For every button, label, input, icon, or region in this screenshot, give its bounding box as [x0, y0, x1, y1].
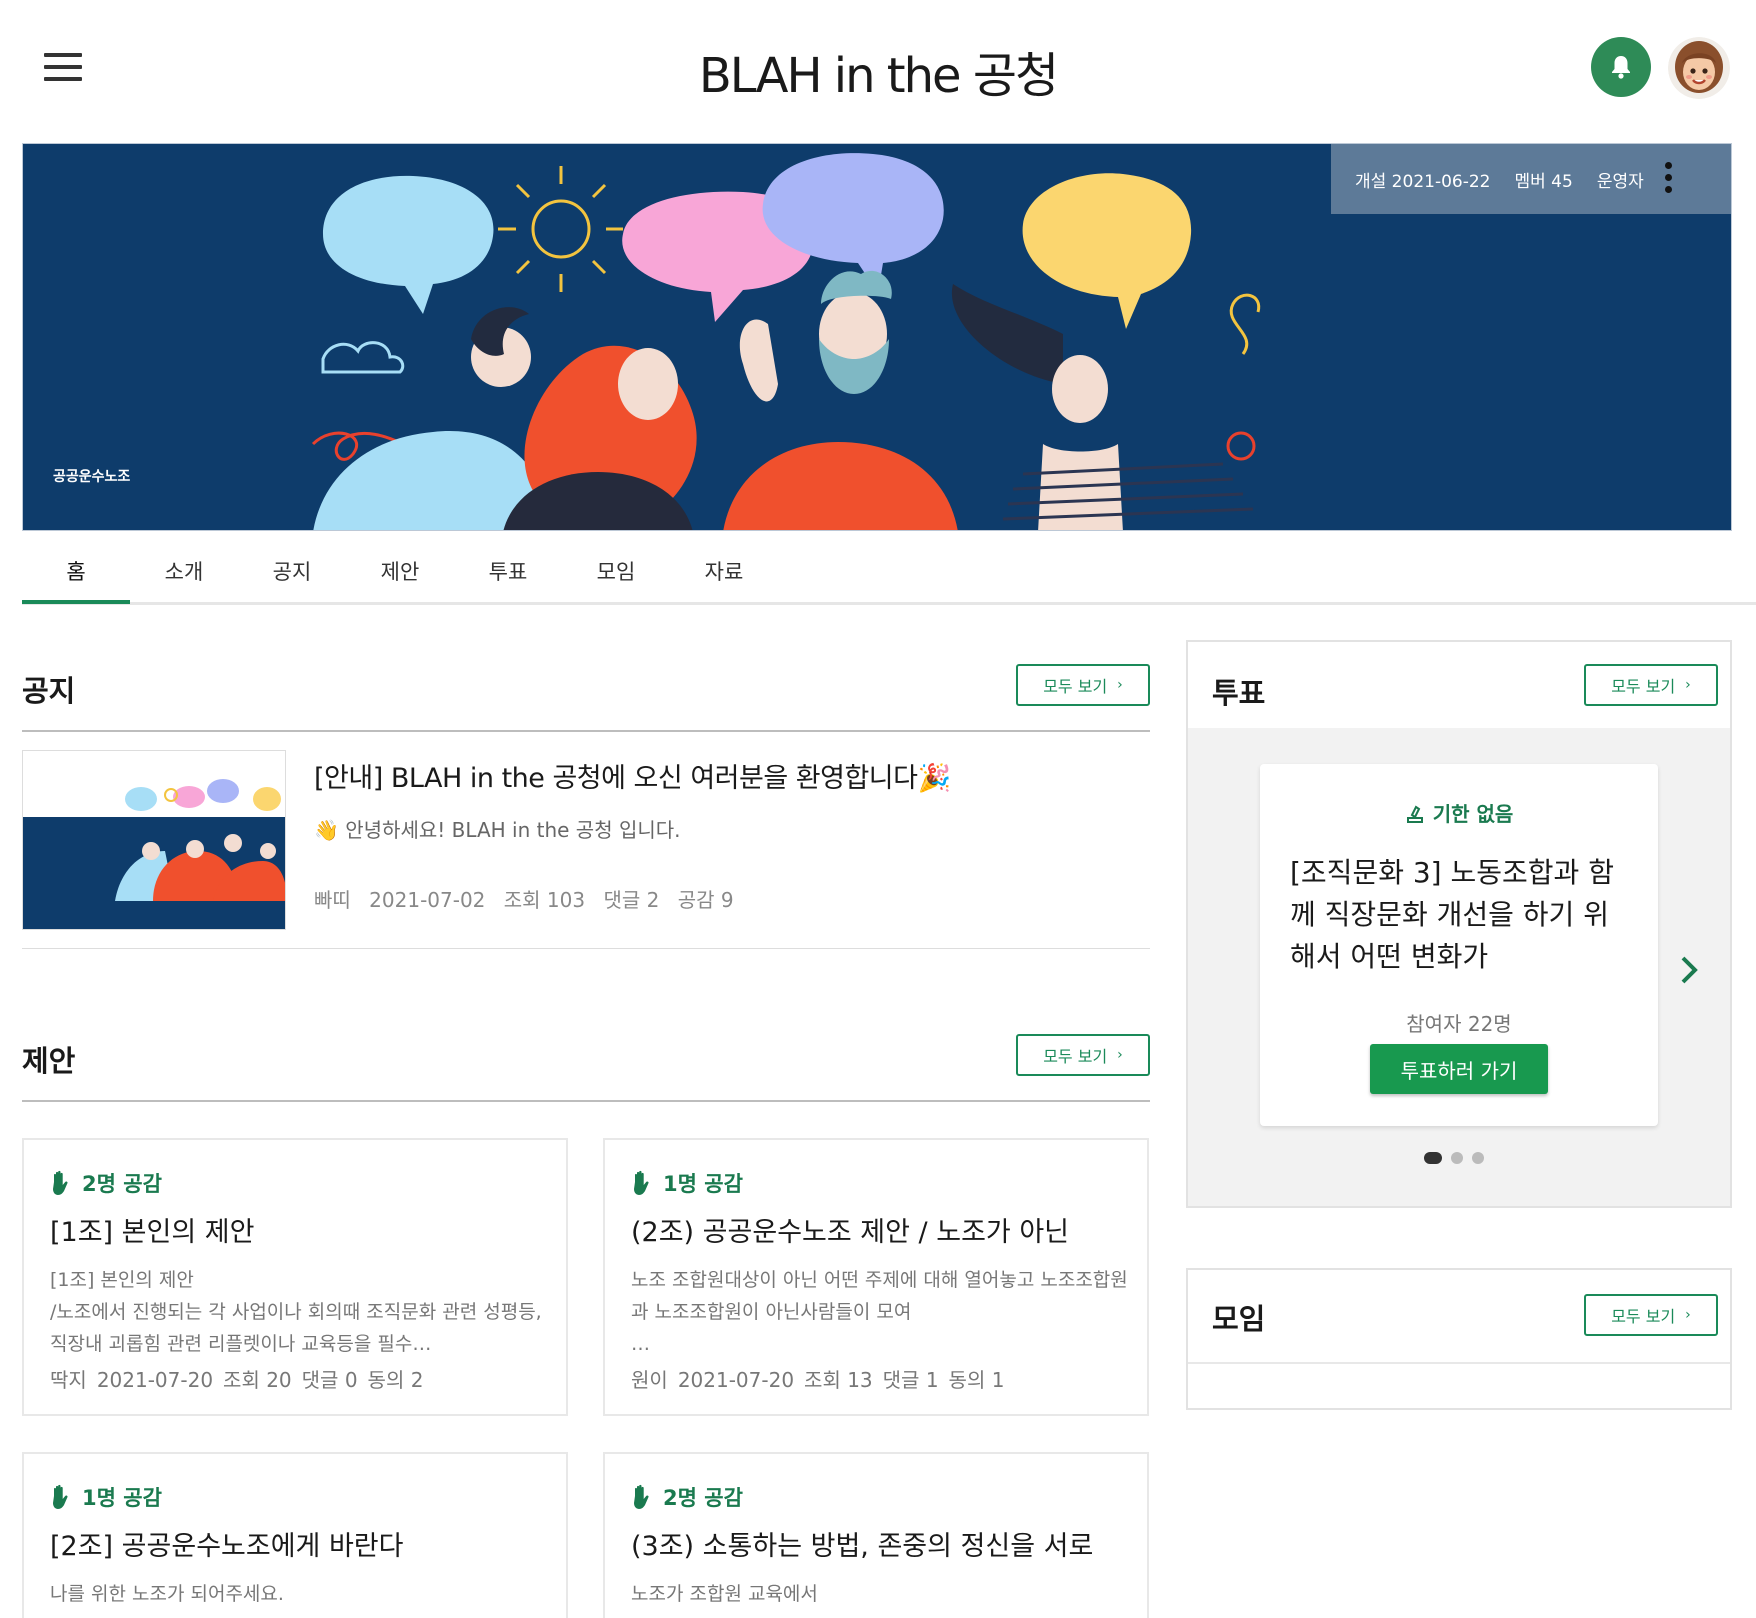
notice-section-title: 공지: [22, 674, 76, 708]
proposal-card[interactable]: 2명 공감 (3조) 소통하는 방법, 존중의 정신을 서로 노조가 조합원 교…: [603, 1452, 1149, 1618]
notice-thumbnail[interactable]: [22, 750, 286, 930]
divider: [22, 730, 1150, 732]
notice-comments: 댓글 2: [603, 888, 660, 912]
proposal-card[interactable]: 1명 공감 (2조) 공공운수노조 제안 / 노조가 아닌 노조 조합원대상이 …: [603, 1138, 1149, 1416]
proposal-body: 노조가 조합원 교육에서: [631, 1583, 818, 1605]
admin-label[interactable]: 운영자: [1597, 167, 1644, 192]
tab-intro[interactable]: 소개: [130, 556, 238, 586]
divider: [22, 1100, 1150, 1102]
proposal-section-title: 제안: [22, 1044, 76, 1078]
founded-date: 개설 2021-06-22: [1355, 171, 1491, 192]
carousel-dot[interactable]: [1451, 1152, 1463, 1164]
top-header: BLAH in the 공청: [0, 0, 1756, 140]
vote-title: [조직문화 3] 노동조합과 함께 직장문화 개선을 하기 위해서 어떤 변화가: [1290, 856, 1614, 973]
ballot-icon: [1406, 805, 1423, 823]
vote-section-title: 투표: [1212, 676, 1266, 710]
divider: [22, 948, 1150, 949]
tab-meeting[interactable]: 모임: [562, 556, 670, 586]
carousel-dot[interactable]: [1472, 1152, 1484, 1164]
proposal-likes: 2명 공감: [50, 1168, 162, 1198]
tab-resources[interactable]: 자료: [670, 556, 778, 586]
hand-icon: [634, 1170, 649, 1195]
bell-icon[interactable]: [1591, 37, 1651, 97]
proposal-card[interactable]: 2명 공감 [1조] 본인의 제안 [1조] 본인의 제안 /노조에서 진행되는…: [22, 1138, 568, 1416]
proposal-card[interactable]: 1명 공감 [2조] 공공운수노조에게 바란다 나를 위한 노조가 되어주세요.: [22, 1452, 568, 1618]
notice-likes: 공감 9: [677, 888, 734, 912]
vote-card[interactable]: 기한 없음 [조직문화 3] 노동조합과 함께 직장문화 개선을 하기 위해서 …: [1260, 764, 1658, 1126]
hand-icon: [634, 1484, 649, 1509]
tab-home[interactable]: 홈: [22, 556, 130, 586]
proposal-body: [1조] 본인의 제안 /노조에서 진행되는 각 사업이나 회의때 조직문화 관…: [50, 1269, 542, 1355]
go-vote-button[interactable]: 투표하러 가기: [1370, 1044, 1548, 1094]
vote-carousel: 기한 없음 [조직문화 3] 노동조합과 함께 직장문화 개선을 하기 위해서 …: [1188, 728, 1730, 1206]
tab-vote[interactable]: 투표: [454, 556, 562, 586]
meeting-more-button[interactable]: 모두 보기 ›: [1584, 1294, 1718, 1336]
tab-bar: 홈 소개 공지 제안 투표 모임 자료: [22, 531, 1756, 605]
proposal-likes: 1명 공감: [631, 1168, 743, 1198]
notice-item-title[interactable]: [안내] BLAH in the 공청에 오신 여러분을 환영합니다🎉: [314, 756, 951, 795]
chevron-right-icon[interactable]: [1678, 954, 1700, 990]
proposal-title: (2조) 공공운수노조 제안 / 노조가 아닌: [631, 1217, 1070, 1248]
carousel-dots: [1424, 1152, 1493, 1164]
proposal-meta: 딱지 2021-07-20 조회 20 댓글 0 동의 2: [50, 1368, 424, 1392]
hand-icon: [53, 1170, 68, 1195]
proposal-likes: 2명 공감: [631, 1482, 743, 1512]
proposal-title: (3조) 소통하는 방법, 존중의 정신을 서로: [631, 1531, 1094, 1562]
proposal-meta: 원이 2021-07-20 조회 13 댓글 1 동의 1: [631, 1368, 1005, 1392]
proposal-more-label: 모두 보기: [1043, 1047, 1108, 1066]
page-title: BLAH in the 공청: [698, 48, 1059, 104]
vote-more-button[interactable]: 모두 보기 ›: [1584, 664, 1718, 706]
vote-participants: 참여자 22명: [1406, 1012, 1512, 1036]
notice-more-button[interactable]: 모두 보기 ›: [1016, 664, 1150, 706]
notice-more-label: 모두 보기: [1043, 677, 1108, 696]
union-logo: 공공운수노조: [53, 469, 131, 485]
hand-icon: [53, 1484, 68, 1509]
vote-deadline: 기한 없음: [1260, 798, 1658, 827]
meeting-more-label: 모두 보기: [1611, 1307, 1676, 1326]
avatar[interactable]: [1668, 37, 1730, 99]
active-tab-indicator: [22, 600, 130, 604]
proposal-more-button[interactable]: 모두 보기 ›: [1016, 1034, 1150, 1076]
member-count: 멤버 45: [1514, 171, 1573, 192]
meeting-section-title: 모임: [1212, 1302, 1266, 1336]
carousel-dot[interactable]: [1424, 1152, 1442, 1164]
chevron-right-icon: ›: [1685, 677, 1691, 693]
meeting-panel: 모임 모두 보기 ›: [1186, 1268, 1732, 1410]
proposal-title: [2조] 공공운수노조에게 바란다: [50, 1531, 404, 1562]
chevron-right-icon: ›: [1117, 677, 1123, 693]
notice-date: 2021-07-02: [369, 888, 486, 912]
proposal-title: [1조] 본인의 제안: [50, 1217, 255, 1248]
vote-panel: 투표 모두 보기 › 기한 없음 [조직문화 3] 노동조합과 함께 직장문화 개…: [1186, 640, 1732, 1208]
kebab-menu-icon[interactable]: [1665, 162, 1673, 196]
notice-item-desc: 👋 안녕하세요! BLAH in the 공청 입니다.: [314, 818, 681, 842]
notice-views: 조회 103: [503, 888, 586, 912]
proposal-likes: 1명 공감: [50, 1482, 162, 1512]
proposal-body: 나를 위한 노조가 되어주세요.: [50, 1583, 284, 1605]
tab-notice[interactable]: 공지: [238, 556, 346, 586]
vote-more-label: 모두 보기: [1611, 677, 1676, 696]
chevron-right-icon: ›: [1117, 1047, 1123, 1063]
divider: [1188, 1362, 1730, 1364]
cover-banner: 공공운수노조 개설 2021-06-22 멤버 45 운영자: [22, 143, 1732, 531]
chevron-right-icon: ›: [1685, 1307, 1691, 1323]
notice-item-meta: 빠띠 2021-07-02 조회 103 댓글 2 공감 9: [314, 884, 746, 913]
proposal-body: 노조 조합원대상이 아닌 어떤 주제에 대해 열어놓고 노조조합원과 노조조합원…: [631, 1269, 1128, 1355]
notice-author: 빠띠: [314, 888, 351, 912]
tab-proposal[interactable]: 제안: [346, 556, 454, 586]
